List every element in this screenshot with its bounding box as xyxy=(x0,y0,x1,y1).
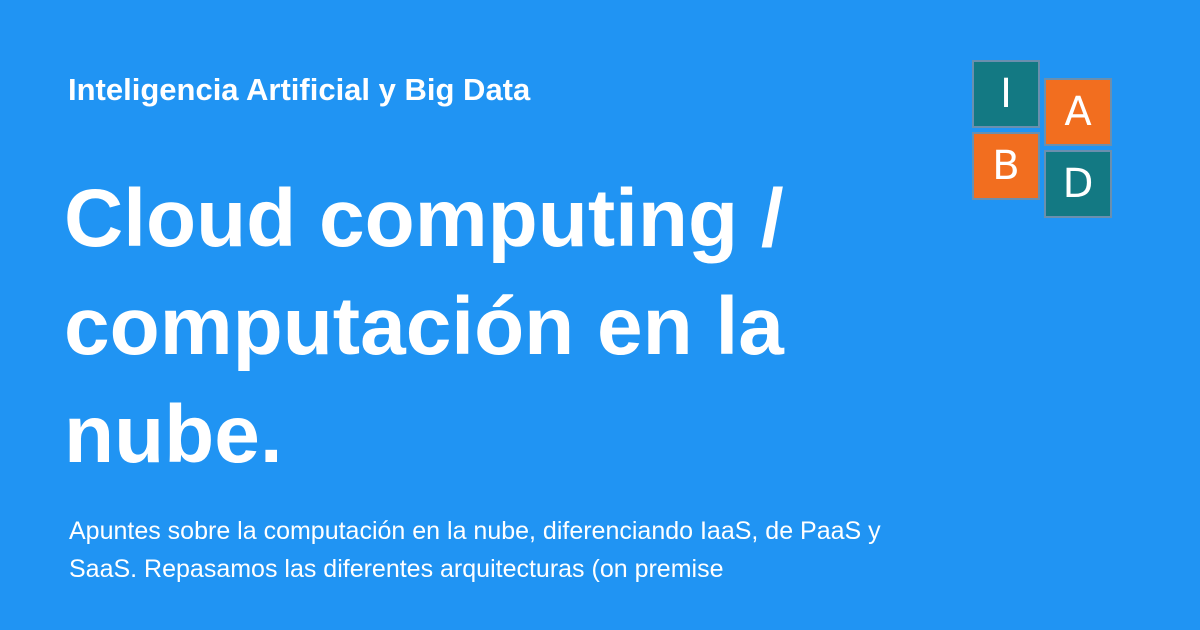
page-description: Apuntes sobre la computación en la nube,… xyxy=(69,517,881,583)
logo-tile-i: I xyxy=(972,60,1040,128)
page-title: Cloud computing / computación en la nube… xyxy=(64,173,784,480)
site-name: Inteligencia Artificial y Big Data xyxy=(68,72,531,107)
iabd-logo: I A B D xyxy=(972,60,1116,222)
logo-tile-b: B xyxy=(972,132,1040,200)
logo-tile-d: D xyxy=(1044,150,1112,218)
logo-tile-a: A xyxy=(1044,78,1112,146)
social-preview-card: Inteligencia Artificial y Big Data Cloud… xyxy=(0,0,1200,630)
